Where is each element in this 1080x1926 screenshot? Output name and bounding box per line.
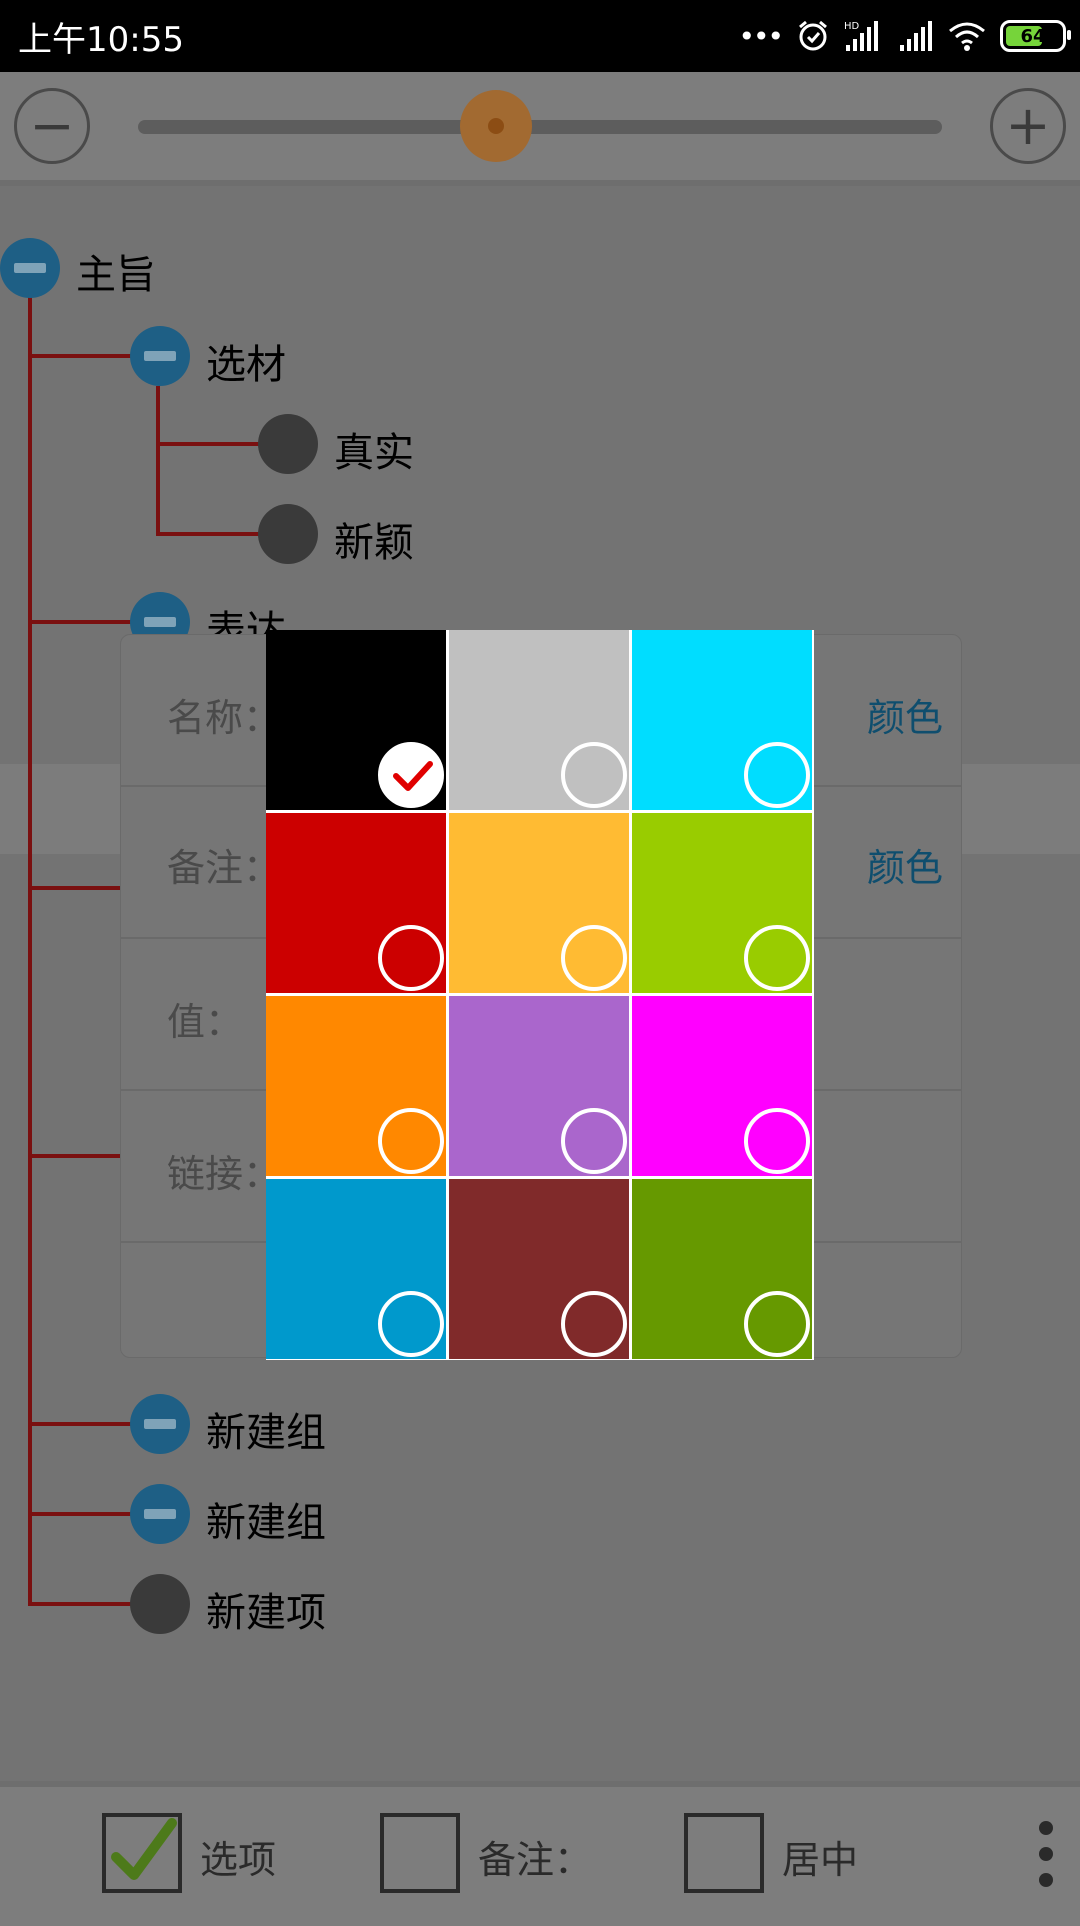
- unselected-circle-icon: [744, 742, 810, 808]
- tree-line: [28, 1512, 134, 1516]
- unselected-circle-icon: [561, 742, 627, 808]
- color-swatch[interactable]: [449, 813, 629, 993]
- tree-line: [156, 532, 262, 536]
- zoom-in-button[interactable]: +: [990, 88, 1066, 164]
- signal-hd-icon: HD: [844, 21, 878, 51]
- more-dots-icon: •••: [738, 19, 784, 53]
- collapse-icon[interactable]: [130, 326, 190, 386]
- minus-icon: −: [29, 94, 75, 157]
- tree-line: [28, 240, 32, 1604]
- tree-node-label[interactable]: 新建组: [206, 1400, 326, 1458]
- status-time: 上午10:55: [18, 20, 184, 60]
- bottom-bar: 选项 备注： 居中: [0, 1781, 1080, 1926]
- color-swatch[interactable]: [266, 996, 446, 1176]
- unselected-circle-icon: [744, 1291, 810, 1357]
- unselected-circle-icon: [378, 1291, 444, 1357]
- options-label: 选项: [200, 1838, 277, 1882]
- color-swatch[interactable]: [632, 996, 812, 1176]
- tree-line: [28, 1422, 134, 1426]
- center-label: 居中: [782, 1838, 859, 1882]
- color-swatch[interactable]: [632, 813, 812, 993]
- color-swatch[interactable]: [266, 630, 446, 810]
- tree-node-label[interactable]: 选材: [206, 332, 286, 390]
- color-swatch[interactable]: [449, 630, 629, 810]
- tree-node-label[interactable]: 新建项: [206, 1580, 326, 1638]
- unselected-circle-icon: [378, 1108, 444, 1174]
- tree-line: [28, 620, 134, 624]
- leaf-node-icon[interactable]: [258, 414, 318, 474]
- tree-node-label[interactable]: 真实: [334, 420, 414, 478]
- options-checkbox[interactable]: [102, 1813, 182, 1893]
- color-swatch[interactable]: [632, 630, 812, 810]
- plus-icon: +: [1005, 94, 1051, 157]
- more-options-icon[interactable]: [1036, 1815, 1056, 1895]
- center-checkbox[interactable]: [684, 1813, 764, 1893]
- tree-line: [28, 1154, 120, 1158]
- note-checkbox-label: 备注：: [478, 1838, 593, 1882]
- tree-node-label[interactable]: 新颖: [334, 510, 414, 568]
- zoom-out-button[interactable]: −: [14, 88, 90, 164]
- note-label: 备注：: [167, 846, 282, 890]
- value-label: 值：: [167, 1000, 244, 1044]
- tree-line: [28, 354, 134, 358]
- selected-check-icon: [378, 742, 444, 808]
- color-picker: [266, 630, 814, 1360]
- link-label: 链接：: [167, 1152, 282, 1196]
- zoom-toolbar: − +: [0, 72, 1080, 186]
- color-swatch[interactable]: [449, 996, 629, 1176]
- unselected-circle-icon: [744, 925, 810, 991]
- unselected-circle-icon: [561, 925, 627, 991]
- tree-node-label[interactable]: 新建组: [206, 1490, 326, 1548]
- zoom-slider-thumb[interactable]: [460, 90, 532, 162]
- color-swatch[interactable]: [449, 1179, 629, 1359]
- unselected-circle-icon: [561, 1291, 627, 1357]
- signal-icon: [900, 21, 932, 51]
- status-icons: ••• HD 64: [738, 14, 1071, 58]
- name-label: 名称：: [167, 696, 282, 740]
- tree-node-label[interactable]: 主旨: [76, 242, 156, 300]
- unselected-circle-icon: [561, 1108, 627, 1174]
- unselected-circle-icon: [378, 925, 444, 991]
- leaf-node-icon[interactable]: [258, 504, 318, 564]
- status-bar: 上午10:55 ••• HD 64: [0, 0, 1080, 72]
- alarm-icon: [799, 20, 827, 51]
- note-color-link[interactable]: 颜色: [867, 837, 943, 892]
- battery-icon: 64: [1000, 20, 1071, 52]
- color-swatch[interactable]: [266, 813, 446, 993]
- wifi-icon: [949, 22, 985, 51]
- svg-text:HD: HD: [844, 21, 860, 32]
- color-swatch[interactable]: [632, 1179, 812, 1359]
- leaf-node-icon[interactable]: [130, 1574, 190, 1634]
- zoom-slider[interactable]: [138, 120, 942, 134]
- battery-level: 64: [1020, 25, 1046, 47]
- tree-line: [28, 886, 120, 890]
- tree-line: [156, 442, 262, 446]
- checkmark-icon: [111, 1818, 177, 1880]
- name-color-link[interactable]: 颜色: [867, 687, 943, 742]
- tree-line: [156, 386, 160, 534]
- collapse-icon[interactable]: [130, 1484, 190, 1544]
- collapse-icon[interactable]: [0, 238, 60, 298]
- collapse-icon[interactable]: [130, 1394, 190, 1454]
- color-swatch[interactable]: [266, 1179, 446, 1359]
- note-checkbox[interactable]: [380, 1813, 460, 1893]
- unselected-circle-icon: [744, 1108, 810, 1174]
- tree-line: [28, 1602, 134, 1606]
